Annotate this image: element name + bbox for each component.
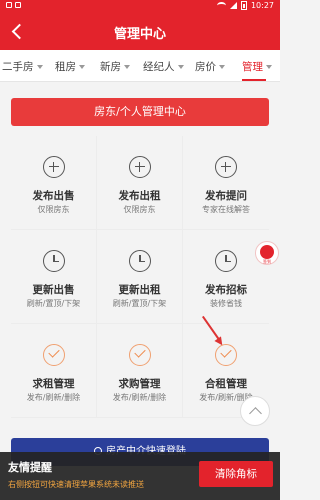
app-header: 管理中心 bbox=[0, 14, 280, 50]
active-tab-indicator bbox=[242, 79, 266, 81]
wifi-icon bbox=[216, 2, 226, 9]
caret-down-icon bbox=[219, 65, 225, 69]
grid-item-publish-rent[interactable]: 发布出租 仅限房东 bbox=[97, 136, 183, 230]
notification-icon bbox=[15, 2, 21, 8]
page-title: 管理中心 bbox=[113, 27, 166, 42]
check-circle-icon bbox=[129, 344, 151, 366]
notification-icons bbox=[6, 2, 21, 8]
category-tabs: 二手房 租房 新房 经纪人 房价 管理 bbox=[0, 50, 280, 82]
grid-item-publish-tender[interactable]: 发布招标 装修省钱 bbox=[183, 230, 269, 324]
status-time: 10:27 bbox=[250, 1, 274, 10]
tab-second-hand[interactable]: 二手房 bbox=[2, 59, 43, 74]
caret-down-icon bbox=[266, 65, 272, 69]
toast-title: 友情提醒 bbox=[8, 461, 52, 474]
notification-icon bbox=[6, 2, 12, 8]
check-circle-icon bbox=[43, 344, 65, 366]
clear-badge-button[interactable]: 清除角标 bbox=[199, 461, 273, 487]
plus-circle-icon bbox=[129, 156, 151, 178]
grid-item-buy-wanted[interactable]: 求购管理 发布/刷新/删除 bbox=[97, 324, 183, 418]
reminder-toast: 友情提醒 右侧按钮可快速清理苹果系统未读推送 清除角标 bbox=[0, 452, 280, 500]
tab-new-house[interactable]: 新房 bbox=[100, 59, 130, 74]
grid-item-publish-sale[interactable]: 发布出售 仅限房东 bbox=[11, 136, 97, 230]
tab-rent[interactable]: 租房 bbox=[55, 59, 85, 74]
caret-down-icon bbox=[79, 65, 85, 69]
caret-down-icon bbox=[177, 65, 184, 69]
section-banner: 房东/个人管理中心 bbox=[11, 98, 269, 126]
grid-item-update-sale[interactable]: 更新出售 刷新/置顶/下架 bbox=[11, 230, 97, 324]
grid-item-publish-question[interactable]: 发布提问 专家在线解答 bbox=[183, 136, 269, 230]
battery-icon bbox=[240, 1, 247, 10]
caret-down-icon bbox=[124, 65, 130, 69]
checkin-float-button[interactable]: 签到 bbox=[255, 241, 279, 265]
plus-circle-icon bbox=[43, 156, 65, 178]
clock-icon bbox=[215, 250, 237, 272]
signal-icon bbox=[229, 2, 237, 9]
caret-down-icon bbox=[36, 65, 43, 69]
scroll-top-button[interactable] bbox=[240, 396, 270, 426]
toast-message: 右侧按钮可快速清理苹果系统未读推送 bbox=[8, 480, 144, 489]
grid-item-rent-wanted[interactable]: 求租管理 发布/刷新/删除 bbox=[11, 324, 97, 418]
tab-manage[interactable]: 管理 bbox=[242, 59, 272, 74]
clock-icon bbox=[129, 250, 151, 272]
plus-circle-icon bbox=[215, 156, 237, 178]
status-bar: 10:27 bbox=[0, 0, 280, 14]
tab-price[interactable]: 房价 bbox=[195, 59, 225, 74]
clock-icon bbox=[260, 245, 274, 259]
tab-agent[interactable]: 经纪人 bbox=[143, 59, 184, 74]
clock-icon bbox=[43, 250, 65, 272]
grid-item-update-rent[interactable]: 更新出租 刷新/置顶/下架 bbox=[97, 230, 183, 324]
